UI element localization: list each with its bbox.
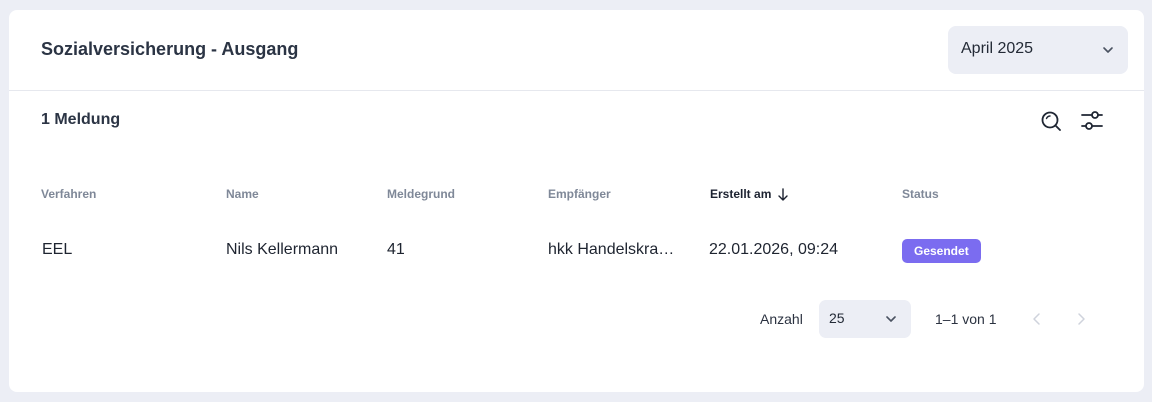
- cell-verfahren: EEL: [42, 241, 73, 258]
- arrow-down-icon[interactable]: [777, 188, 789, 202]
- chevron-left-icon: [1033, 313, 1040, 325]
- next-page-button[interactable]: [1075, 312, 1087, 331]
- page-size-value: 25: [829, 310, 845, 326]
- column-header-name[interactable]: Name: [226, 187, 259, 201]
- result-count: 1 Meldung: [41, 111, 121, 128]
- chevron-right-icon: [1078, 313, 1085, 325]
- cell-erstellt-am: 22.01.2026, 09:24: [709, 241, 839, 258]
- search-button[interactable]: [1040, 110, 1062, 137]
- page-size-label: Anzahl: [760, 311, 803, 327]
- filter-button[interactable]: [1080, 110, 1104, 137]
- previous-page-button[interactable]: [1031, 312, 1043, 331]
- cell-meldegrund: 41: [387, 241, 405, 258]
- column-header-empfaenger[interactable]: Empfänger: [548, 187, 611, 201]
- outgoing-card: Sozialversicherung - Ausgang April 2025 …: [9, 10, 1144, 392]
- chevron-down-icon: [886, 316, 896, 322]
- column-header-status[interactable]: Status: [902, 187, 939, 201]
- page-size-select[interactable]: 25: [819, 300, 911, 338]
- cell-name: Nils Kellermann: [226, 241, 339, 258]
- cell-empfaenger: hkk Handelskrankenkasse: [548, 241, 680, 258]
- month-select[interactable]: April 2025: [948, 26, 1128, 74]
- search-icon: [1041, 111, 1061, 131]
- filter-sliders-icon: [1081, 111, 1103, 130]
- card-header: Sozialversicherung - Ausgang April 2025: [9, 10, 1144, 91]
- column-header-verfahren[interactable]: Verfahren: [41, 187, 96, 201]
- column-header-meldegrund[interactable]: Meldegrund: [387, 187, 455, 201]
- month-select-value: April 2025: [961, 40, 1034, 57]
- column-header-erstellt-am[interactable]: Erstellt am: [710, 187, 771, 201]
- page-title: Sozialversicherung - Ausgang: [41, 39, 299, 59]
- status-badge: Gesendet: [902, 239, 981, 263]
- chevron-down-icon: [1103, 47, 1113, 53]
- page-range: 1–1 von 1: [935, 311, 997, 327]
